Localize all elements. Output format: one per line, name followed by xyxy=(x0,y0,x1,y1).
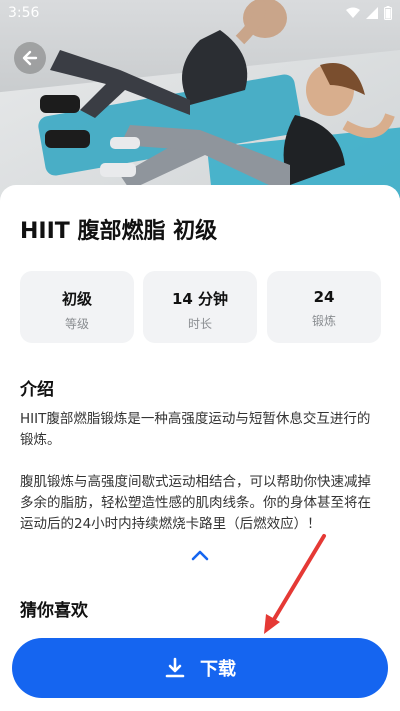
download-icon xyxy=(165,657,185,678)
stat-exercises: 24 锻炼 xyxy=(267,271,381,343)
arrow-left-icon xyxy=(22,50,38,66)
back-button[interactable] xyxy=(14,42,46,74)
download-label: 下载 xyxy=(200,659,236,680)
stat-label: 等级 xyxy=(64,317,89,331)
stat-value: 14 分钟 xyxy=(171,290,229,308)
stat-label: 锻炼 xyxy=(311,314,336,328)
stat-label: 时长 xyxy=(187,317,212,331)
battery-icon xyxy=(384,6,392,20)
chevron-up-icon[interactable] xyxy=(190,549,210,561)
stat-level: 初级 等级 xyxy=(20,271,134,343)
woman-doing-situps-illustration xyxy=(100,63,395,195)
stat-duration: 14 分钟 时长 xyxy=(143,271,257,343)
workout-detail-sheet: HIIT 腹部燃脂 初级 初级 等级 14 分钟 时长 24 锻炼 介绍 HII… xyxy=(0,185,400,711)
wifi-icon xyxy=(346,7,360,18)
intro-heading: 介绍 xyxy=(20,380,54,400)
status-icons xyxy=(346,6,392,20)
signal-icon xyxy=(366,7,378,19)
status-time: 3:56 xyxy=(8,5,40,21)
recommend-heading: 猜你喜欢 xyxy=(20,601,88,621)
stat-value: 24 xyxy=(313,288,335,306)
status-bar: 3:56 xyxy=(0,0,400,28)
intro-paragraph: HIIT腹部燃脂锻炼是一种高强度运动与短暂休息交互进行的锻炼。 xyxy=(20,411,371,448)
intro-paragraph: 腹肌锻炼与高强度间歇式运动相结合，可以帮助你快速减掉多余的脂肪，轻松塑造性感的肌… xyxy=(20,474,371,532)
hero-image xyxy=(0,0,400,210)
download-button[interactable]: 下载 xyxy=(12,638,388,698)
workout-title: HIIT 腹部燃脂 初级 xyxy=(20,219,218,244)
stat-value: 初级 xyxy=(61,290,92,308)
